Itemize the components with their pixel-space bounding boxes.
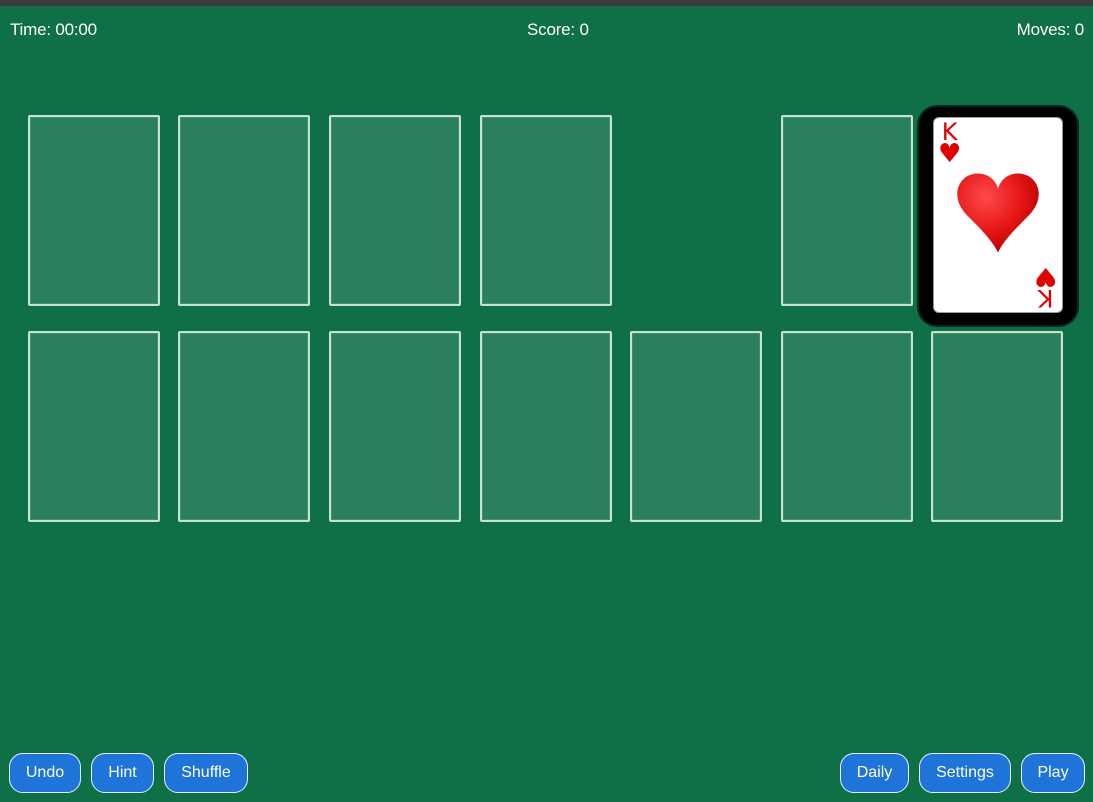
tableau-slot-7[interactable] [931,331,1063,522]
moves-display: Moves: 0 [1016,20,1085,39]
card-suit-inverted: ♥ [1033,261,1057,291]
foundation-slot-1[interactable] [28,115,160,306]
heart-icon [957,173,1039,253]
hint-button[interactable]: Hint [91,753,154,793]
tableau-slot-3[interactable] [329,331,461,522]
waste-slot[interactable] [781,115,913,306]
tableau-slot-6[interactable] [781,331,913,522]
selected-card-highlight[interactable]: K ♥ K ♥ [919,107,1077,325]
tableau-slot-1[interactable] [28,331,160,522]
card-corner-top: K ♥ [938,120,961,167]
settings-button[interactable]: Settings [919,753,1011,793]
score-display: Score: 0 [527,20,589,39]
playing-card-king-of-hearts[interactable]: K ♥ K ♥ [933,117,1063,313]
play-button[interactable]: Play [1021,753,1085,793]
foundation-slot-4[interactable] [480,115,612,306]
tableau-slot-4[interactable] [480,331,612,522]
window-top-bar [0,0,1093,6]
card-corner-bottom: K ♥ [1033,261,1057,312]
tableau-slot-5[interactable] [630,331,762,522]
timer-display: Time: 00:00 [10,20,97,39]
foundation-slot-2[interactable] [178,115,310,306]
daily-button[interactable]: Daily [840,753,909,793]
shuffle-button[interactable]: Shuffle [164,753,248,793]
tableau-slot-2[interactable] [178,331,310,522]
foundation-slot-3[interactable] [329,115,461,306]
undo-button[interactable]: Undo [9,753,81,793]
